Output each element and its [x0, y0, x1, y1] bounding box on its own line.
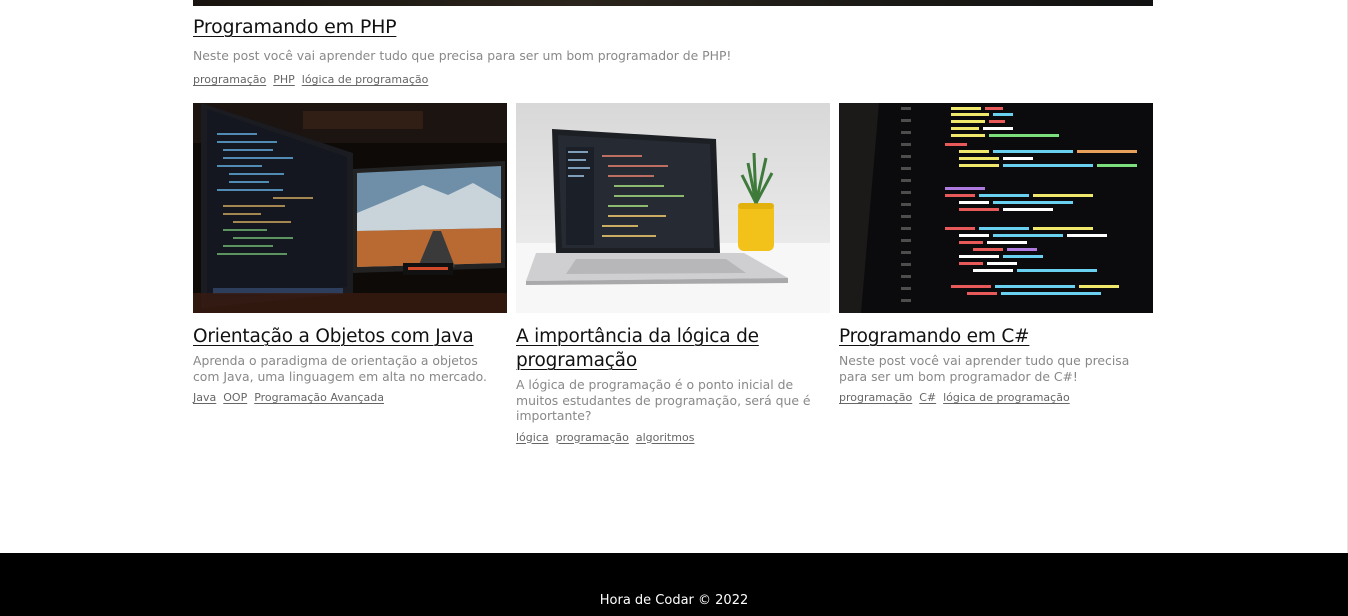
- page: Programando em PHP Neste post você vai a…: [0, 0, 1348, 616]
- post-description: A lógica de programação é o ponto inicia…: [516, 377, 811, 423]
- tag-link[interactable]: lógica: [516, 431, 549, 444]
- tag-link[interactable]: Java: [193, 391, 216, 404]
- post-tags: Java OOP Programação Avançada: [193, 391, 507, 404]
- post-title[interactable]: A importância da lógica de programação: [516, 325, 830, 373]
- monitors-illustration: [193, 103, 507, 313]
- featured-post-title[interactable]: Programando em PHP: [193, 16, 397, 38]
- posts-container: Programando em PHP Neste post você vai a…: [193, 0, 1153, 444]
- tag-link[interactable]: programação: [193, 73, 266, 86]
- tag-link[interactable]: Programação Avançada: [254, 391, 384, 404]
- post-description: Aprenda o paradigma de orientação a obje…: [193, 353, 487, 384]
- tag-link[interactable]: programação: [556, 431, 629, 444]
- tag-link[interactable]: programação: [839, 391, 912, 404]
- featured-post: Programando em PHP Neste post você vai a…: [193, 0, 1153, 86]
- tag-link[interactable]: lógica de programação: [943, 391, 1070, 404]
- post-image-monitors[interactable]: [193, 103, 507, 313]
- featured-post-tags: programação PHP lógica de programação: [193, 73, 435, 86]
- featured-post-image[interactable]: [193, 0, 1153, 6]
- post-tags: lógica programação algoritmos: [516, 431, 830, 444]
- post-description: Neste post você vai aprender tudo que pr…: [839, 353, 1130, 384]
- post-card-csharp: Programando em C# Neste post você vai ap…: [839, 103, 1153, 404]
- footer-copyright: Hora de Codar © 2022: [599, 593, 749, 608]
- tag-link[interactable]: C#: [919, 391, 936, 404]
- post-title[interactable]: Programando em C#: [839, 325, 1153, 349]
- featured-post-description: Neste post você vai aprender tudo que pr…: [193, 48, 732, 63]
- post-card-logica: A importância da lógica de programação A…: [516, 103, 830, 444]
- post-image-laptop[interactable]: [516, 103, 830, 313]
- tag-link[interactable]: lógica de programação: [302, 73, 429, 86]
- post-image-code[interactable]: [839, 103, 1153, 313]
- footer: Hora de Codar © 2022: [0, 553, 1348, 616]
- laptop-illustration: [516, 103, 830, 313]
- post-title[interactable]: Orientação a Objetos com Java: [193, 325, 507, 349]
- code-screen-illustration: [839, 103, 1153, 313]
- post-tags: programação C# lógica de programação: [839, 391, 1153, 404]
- tag-link[interactable]: OOP: [223, 391, 247, 404]
- post-card-java: Orientação a Objetos com Java Aprenda o …: [193, 103, 507, 404]
- tag-link[interactable]: algoritmos: [636, 431, 695, 444]
- tag-link[interactable]: PHP: [273, 73, 295, 86]
